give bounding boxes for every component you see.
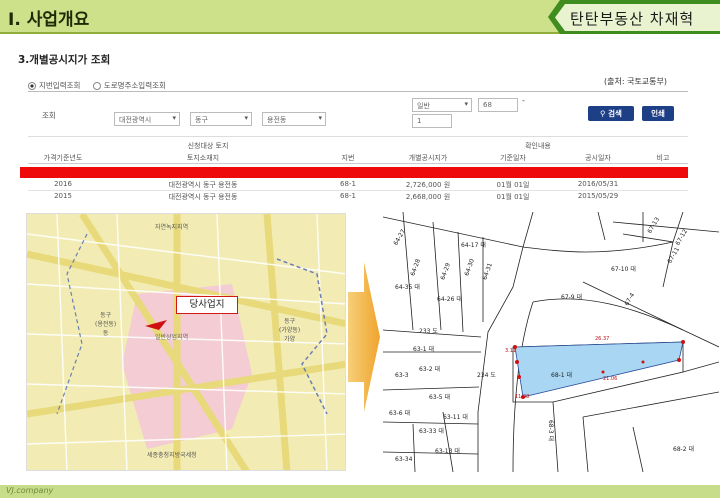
dimension-label: 11.98	[515, 394, 530, 400]
land-type-value: 일반	[417, 102, 430, 110]
parcel-label: 63-34	[395, 456, 413, 463]
header-bar: Ⅰ. 사업개요 탄탄부동산 차재혁	[0, 0, 720, 34]
cell-notice-date: 2015/05/29	[577, 192, 619, 200]
parcel-label: 68-3 대	[547, 419, 555, 442]
table-group-header: 신청대상 토지 확인내용	[28, 141, 688, 152]
site-callout: 당사업지	[176, 296, 238, 314]
main-number-value: 68	[483, 101, 492, 109]
right-arrow-icon	[348, 262, 380, 412]
map-label-district-left: 동구 (용전동) 동	[95, 312, 117, 337]
search-panel: 조회 대전광역시 동구 용전동 일반 68 - 1 ⚲ 검색 인쇄	[28, 91, 688, 137]
col-lot: 지번	[341, 154, 355, 162]
parcel-label: 63-3	[395, 372, 409, 379]
cell-notice-date: 2016/05/31	[577, 180, 619, 188]
source-note: (출처: 국토교통부)	[604, 77, 667, 86]
cell-note	[638, 192, 688, 203]
cell-lot: 68-1	[340, 192, 356, 200]
parcel-label: 63-5 대	[429, 394, 451, 401]
dimension-label: 21.06	[603, 376, 618, 382]
dong-select[interactable]: 용전동	[262, 112, 326, 126]
parcel-label: 63-33 대	[419, 428, 444, 435]
radio-unselected-icon	[92, 81, 101, 90]
radio-lot-number[interactable]: 지번입력조회	[28, 80, 80, 91]
col-notice-date: 공시일자	[585, 154, 611, 162]
radio-selected-icon	[28, 81, 36, 90]
district-select-value: 동구	[195, 116, 208, 124]
cell-note	[638, 180, 688, 190]
parcel-label: 63-13 대	[435, 448, 460, 455]
map-label-bottom: 세종충청지방국세청	[147, 452, 197, 459]
map-label-district-right: 동구 (가양동) 가양	[279, 318, 301, 343]
cell-location: 대전광역시 동구 용전동	[168, 193, 238, 201]
map-label-north: 자연녹지지역	[155, 224, 189, 231]
parcel-label: 63-1 대	[413, 346, 435, 353]
cell-base-date: 01월 01일	[496, 181, 530, 189]
city-select-value: 대전광역시	[119, 116, 152, 124]
parcel-label: 64-26 대	[437, 296, 462, 303]
page-title: Ⅰ. 사업개요	[8, 10, 90, 30]
parcel-label: 67-9 대	[561, 294, 583, 301]
sub-number-value: 1	[417, 117, 422, 125]
sub-number-input[interactable]: 1	[412, 114, 452, 128]
cell-base-date: 01월 01일	[496, 193, 530, 201]
district-select[interactable]: 동구	[190, 112, 252, 126]
cell-lot: 68-1	[340, 180, 356, 188]
parcel-label-site: 68-1 대	[551, 372, 573, 379]
cell-price: 2,668,000 원	[405, 193, 451, 201]
col-base-date: 기준일자	[500, 154, 526, 162]
col-location: 토지소재지	[186, 154, 220, 162]
location-map: 자연녹지지역 동구 (용전동) 동 동구 (가양동) 가양 일반상업지역 세종충…	[26, 213, 346, 471]
group-header-right: 확인내용	[525, 142, 551, 150]
group-header-left: 신청대상 토지	[187, 142, 229, 150]
dimension-label: 3.11	[505, 348, 517, 354]
search-icon: ⚲	[600, 109, 606, 118]
section-title: 3.개별공시지가 조회	[18, 54, 111, 66]
parcel-label: 63-11 대	[443, 414, 468, 421]
number-dash: -	[522, 96, 525, 105]
table-row: 2016 대전광역시 동구 용전동 68-1 2,726,000 원 01월 0…	[28, 180, 688, 191]
parcel-label: 233 도	[419, 328, 438, 335]
footer-text: VJ.company	[6, 486, 54, 495]
search-button-label: 검색	[608, 109, 622, 118]
map-label-site-zone: 일반상업지역	[155, 334, 189, 341]
header-left-band: Ⅰ. 사업개요	[0, 0, 560, 34]
parcel-label: 68-2 대	[673, 446, 695, 453]
cell-year: 2016	[54, 180, 72, 188]
col-price: 개별공시지가	[408, 154, 448, 162]
cell-location: 대전광역시 동구 용전동	[168, 181, 238, 189]
cell-year: 2015	[54, 192, 72, 200]
radio-road-address[interactable]: 도로명주소입력조회	[92, 80, 166, 91]
parcel-label: 64-35 대	[395, 284, 420, 291]
dimension-label: 26.37	[595, 336, 610, 342]
dong-select-value: 용전동	[267, 116, 287, 124]
col-year: 가격기준년도	[43, 154, 83, 162]
search-mode-radios: 지번입력조회 도로명주소입력조회	[28, 80, 176, 92]
city-select[interactable]: 대전광역시	[114, 112, 180, 126]
brand-name: 탄탄부동산 차재혁	[570, 10, 695, 28]
search-button[interactable]: ⚲ 검색	[588, 106, 634, 121]
cadastral-map: 64-27 64-17 대 64-28 64-35 대 64-29 64-26 …	[383, 212, 719, 472]
cell-price: 2,726,000 원	[405, 181, 451, 189]
parcel-label: 67-10 대	[611, 266, 636, 273]
radio-lot-number-label: 지번입력조회	[39, 81, 81, 90]
footer-bar: VJ.company	[0, 485, 720, 498]
radio-road-address-label: 도로명주소입력조회	[103, 81, 166, 90]
search-label: 조회	[42, 111, 56, 120]
highlight-bar	[20, 167, 688, 178]
print-button[interactable]: 인쇄	[642, 106, 674, 121]
parcel-label: 63-2 대	[419, 366, 441, 373]
slide: Ⅰ. 사업개요 탄탄부동산 차재혁 3.개별공시지가 조회 지번입력조회 도로명…	[0, 0, 720, 498]
table-row: 2015 대전광역시 동구 용전동 68-1 2,668,000 원 01월 0…	[28, 192, 688, 203]
parcel-label: 63-6 대	[389, 410, 411, 417]
print-button-label: 인쇄	[651, 109, 665, 118]
table-header-row: 가격기준년도 토지소재지 지번 개별공시지가 기준일자 공시일자 비고	[28, 153, 688, 164]
main-number-input[interactable]: 68	[478, 98, 518, 112]
parcel-label: 234 도	[477, 372, 496, 379]
land-type-select[interactable]: 일반	[412, 98, 472, 112]
parcel-label: 64-17 대	[461, 242, 486, 249]
col-note: 비고	[656, 154, 670, 162]
